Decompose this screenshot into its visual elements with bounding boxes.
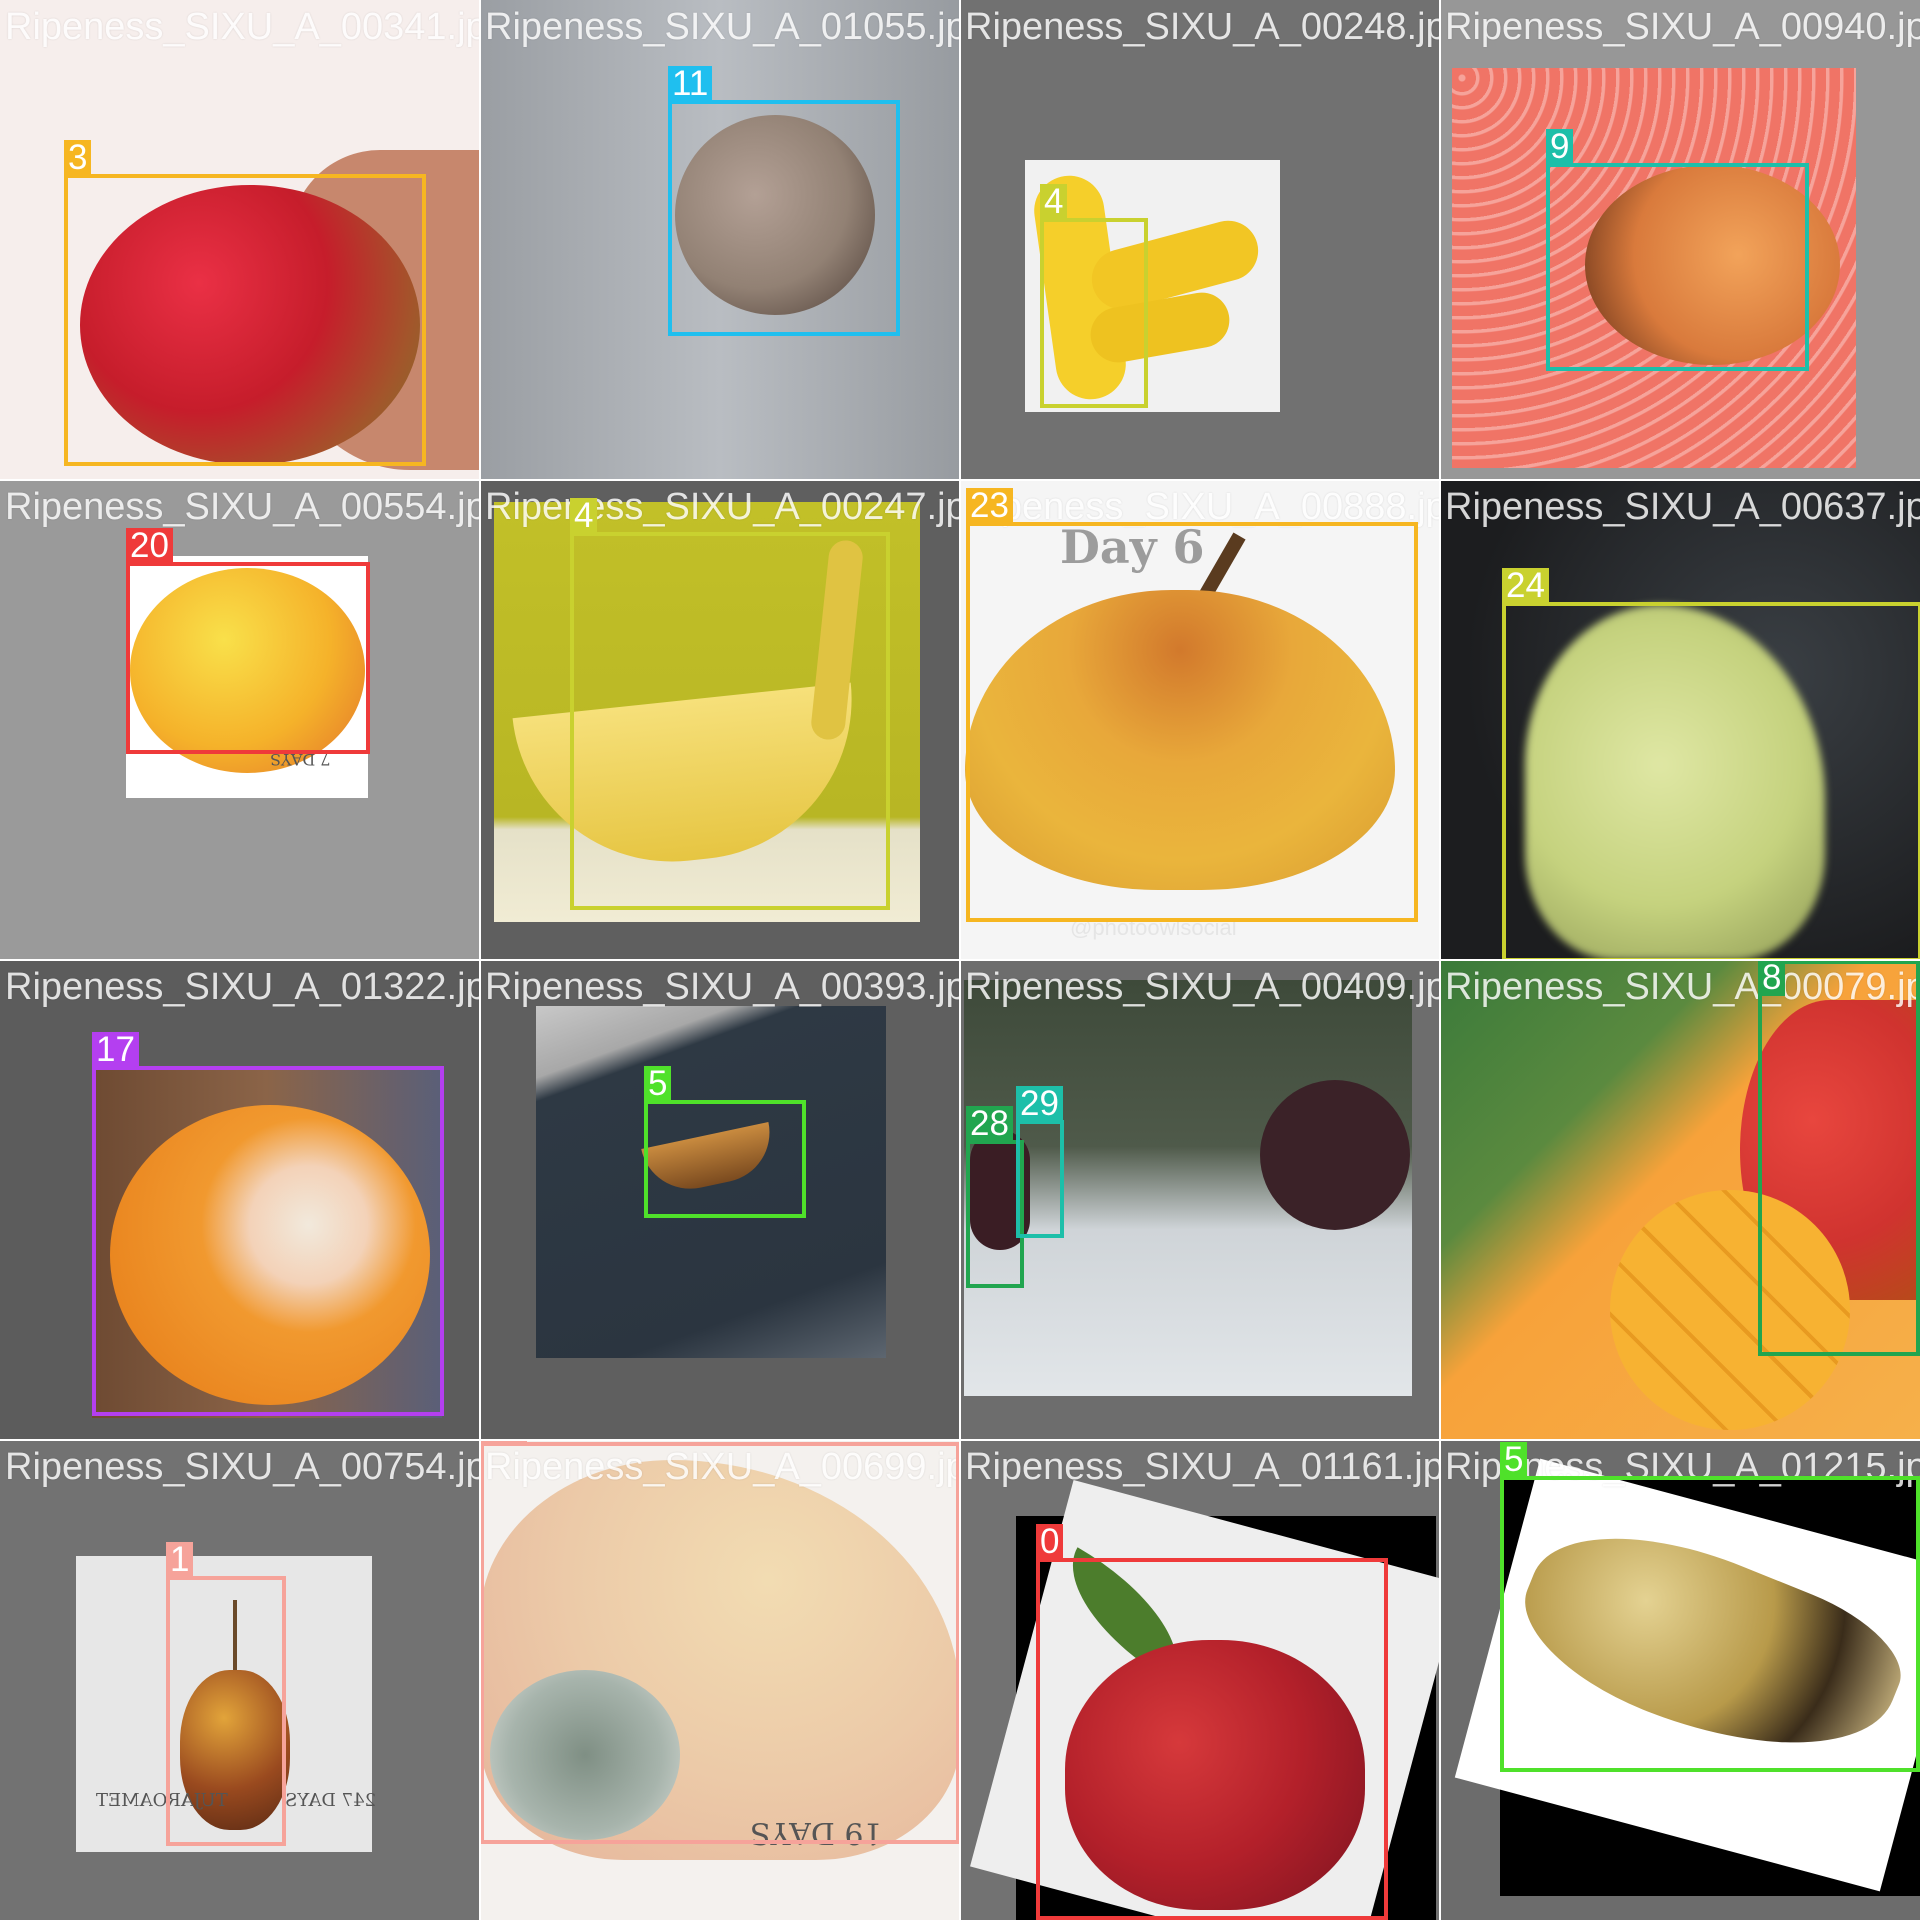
tile-spotted-fruit: Ripeness_SIXU_A_01055.jpg 11: [480, 0, 960, 480]
tile-apple-hand: Ripeness_SIXU_A_00341.jpg 3: [0, 0, 480, 480]
detection-box: [1036, 1558, 1388, 1920]
grid-line-h2: [0, 959, 1920, 961]
grapes-graphic: [1260, 1080, 1410, 1230]
class-id-badge: 17: [92, 1032, 139, 1068]
detection-box: [644, 1100, 806, 1218]
class-id-badge: 3: [64, 140, 92, 176]
detection-box: [92, 1066, 444, 1416]
filename-label: Ripeness_SIXU_A_00409.jpg: [965, 966, 1440, 1008]
tile-overripe-banana: Ripeness_SIXU_A_01215.jpg 5: [1440, 1440, 1920, 1920]
tile-grapes-corridor: Ripeness_SIXU_A_00409.jpg 28 29: [960, 960, 1440, 1440]
tile-blurry-pear: Ripeness_SIXU_A_00637.jpg 24: [1440, 480, 1920, 960]
detection-box: [966, 522, 1418, 922]
class-id-badge: 1: [166, 1542, 194, 1578]
tile-bananas: Ripeness_SIXU_A_00248.jpg 4: [960, 0, 1440, 480]
detection-box: [668, 100, 900, 336]
tile-moldy-orange: Ripeness_SIXU_A_01322.jpg 17: [0, 960, 480, 1440]
detection-box: [1500, 1476, 1920, 1772]
grid-line-h1: [0, 479, 1920, 481]
tile-mango-cloth: Ripeness_SIXU_A_00940.jpg 9: [1440, 0, 1920, 480]
filename-label: Ripeness_SIXU_A_00247.jpg: [485, 486, 960, 528]
detection-box-2: [1016, 1120, 1064, 1238]
detection-box: [126, 562, 370, 754]
grid-line-h3: [0, 1439, 1920, 1441]
filename-label: Ripeness_SIXU_A_00393.jpg: [485, 966, 960, 1008]
filename-label: Ripeness_SIXU_A_00341.jpg: [5, 6, 480, 48]
tile-pear-day: Day 6 @photoowlsocial Ripeness_SIXU_A_00…: [960, 480, 1440, 960]
detection-box: [166, 1576, 286, 1846]
detection-box: [1040, 218, 1148, 408]
class-id-badge: 28: [966, 1106, 1013, 1142]
detection-box: [64, 174, 426, 466]
class-id-badge: 8: [1758, 960, 1786, 996]
tile-shriveled-fruit: TUJAROAMET 247 DAYS Ripeness_SIXU_A_0075…: [0, 1440, 480, 1920]
class-id-badge: 9: [1546, 129, 1574, 165]
filename-label: Ripeness_SIXU_A_00554.jpg: [5, 486, 480, 528]
class-id-badge: 4: [570, 498, 598, 534]
tag-right: 247 DAYS: [285, 1790, 376, 1811]
class-id-badge: 20: [126, 528, 173, 564]
class-id-badge: 24: [1502, 568, 1549, 604]
filename-label: Ripeness_SIXU_A_00248.jpg: [965, 6, 1440, 48]
tile-peach-days: 7 DAYS Ripeness_SIXU_A_00554.jpg 20: [0, 480, 480, 960]
image-mosaic: Ripeness_SIXU_A_00341.jpg 3 Ripeness_SIX…: [0, 0, 1920, 1920]
tile-apple-leaf: Ripeness_SIXU_A_01161.jpg 0: [960, 1440, 1440, 1920]
tile-moldy-peach: 19 DAYS Ripeness_SIXU_A_00699.jpg 21: [480, 1440, 960, 1920]
class-id-badge: 4: [1040, 184, 1068, 220]
filename-label: Ripeness_SIXU_A_01055.jpg: [485, 6, 960, 48]
detection-box: [480, 1442, 960, 1844]
detection-box: [1546, 163, 1809, 371]
filename-label: Ripeness_SIXU_A_00940.jpg: [1445, 6, 1920, 48]
tile-banana-notebook: Ripeness_SIXU_A_00393.jpg 5: [480, 960, 960, 1440]
class-id-badge: 11: [668, 66, 713, 102]
class-id-badge: 5: [644, 1066, 672, 1102]
detection-box: [570, 532, 890, 910]
class-id-badge: 23: [966, 488, 1013, 524]
class-id-badge-2: 29: [1016, 1086, 1063, 1122]
filename-label: Ripeness_SIXU_A_00754.jpg: [5, 1446, 480, 1488]
tile-mango-slices: Ripeness_SIXU_A_00079.jpg 8: [1440, 960, 1920, 1440]
class-id-badge: 0: [1036, 1524, 1064, 1560]
detection-box: [1502, 602, 1920, 960]
tile-banana-green: Ripeness_SIXU_A_00247.jpg 4: [480, 480, 960, 960]
filename-label: Ripeness_SIXU_A_01322.jpg: [5, 966, 480, 1008]
filename-label: Ripeness_SIXU_A_00637.jpg: [1445, 486, 1920, 528]
detection-box: [1758, 960, 1920, 1356]
filename-label: Ripeness_SIXU_A_01161.jpg: [965, 1446, 1440, 1488]
class-id-badge: 5: [1500, 1442, 1528, 1478]
